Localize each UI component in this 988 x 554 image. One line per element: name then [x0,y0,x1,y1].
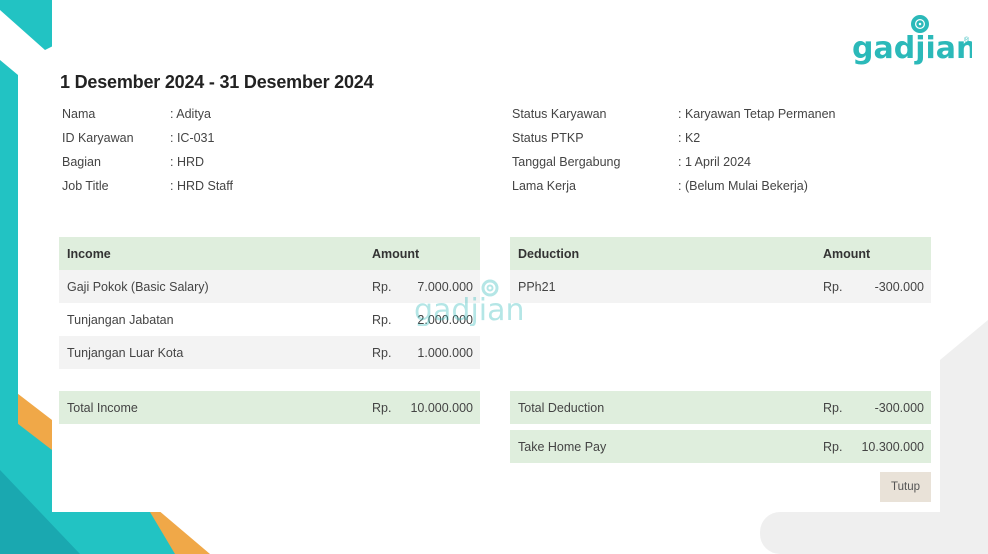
total-income-label: Total Income [67,400,138,415]
logo-text: gadjian [852,31,972,66]
row-name: Tunjangan Luar Kota [67,345,184,360]
info-label: Tanggal Bergabung [512,155,621,169]
take-home-pay-row: Take Home Pay Rp. 10.300.000 [510,430,931,463]
info-label: Status Karyawan [512,107,607,121]
gadjian-logo: gadjian ® [852,15,972,66]
table-row: Tunjangan Luar Kota Rp. 1.000.000 [59,336,480,369]
employee-info-left: Nama : Aditya ID Karyawan : IC-031 Bagian:… [62,102,233,198]
deduction-header: Deduction [518,246,580,261]
deduction-header-row: Deduction Amount [510,237,931,270]
info-row-status-karyawan: Status Karyawan : Karyawan Tetap Permanen [512,102,836,126]
info-row-nama: Nama : Aditya [62,102,233,126]
row-currency: Rp. [372,312,392,327]
info-row-status-ptkp: Status PTKP : K2 [512,126,836,150]
total-income-row: Total Income Rp. 10.000.000 [59,391,480,424]
amount-header: Amount [372,246,420,261]
gray-bottom-shape [760,512,988,554]
total-deduction-row: Total Deduction Rp. -300.000 [510,391,931,424]
row-name: PPh21 [518,279,556,294]
row-currency: Rp. [372,279,392,294]
info-row-tanggal-bergabung: Tanggal Bergabung : 1 April 2024 [512,150,836,174]
info-value: : Karyawan Tetap Permanen [678,107,836,121]
amount-header: Amount [823,246,871,261]
info-value: : Aditya [170,107,211,121]
total-deduction-value: -300.000 [874,400,924,415]
close-button[interactable]: Tutup [880,472,931,502]
row-value: 7.000.000 [417,279,473,294]
info-value: : 1 April 2024 [678,155,751,169]
income-header-row: Income Amount [59,237,480,270]
take-home-pay-value: 10.300.000 [861,439,924,454]
info-label: Nama [62,107,96,121]
info-label: Lama Kerja [512,179,576,193]
row-name: Gaji Pokok (Basic Salary) [67,279,209,294]
income-table: Income Amount Gaji Pokok (Basic Salary) … [59,237,480,369]
take-home-pay-label: Take Home Pay [518,439,607,454]
total-income-value: 10.000.000 [410,400,473,415]
employee-info-right: Status Karyawan : Karyawan Tetap Permanen… [512,102,836,198]
take-home-pay-currency: Rp. [823,439,843,454]
row-value: -300.000 [874,279,924,294]
info-row-lama-kerja: Lama Kerja : (Belum Mulai Bekerja) [512,174,836,198]
income-header: Income [67,246,111,261]
row-currency: Rp. [372,345,392,360]
info-label: Job Title [62,179,109,193]
row-currency: Rp. [823,279,843,294]
info-row-job-title: Job Title : HRD Staff [62,174,233,198]
info-value: : IC-031 [170,131,215,145]
info-value: : K2 [678,131,701,145]
registered-mark: ® [964,36,970,44]
total-income-currency: Rp. [372,400,392,415]
total-deduction: Total Deduction Rp. -300.000 [510,391,931,424]
take-home-pay: Take Home Pay Rp. 10.300.000 [510,430,931,463]
payslip-period: 1 Desember 2024 - 31 Desember 2024 [60,72,374,92]
info-label: Status PTKP [512,131,584,145]
table-row: Tunjangan Jabatan Rp. 2.000.000 [59,303,480,336]
info-row-id: ID Karyawan : IC-031 [62,126,233,150]
info-value: : HRD Staff [170,179,233,193]
info-row-bagian: Bagian : HRD [62,150,233,174]
row-name: Tunjangan Jabatan [67,312,174,327]
total-income: Total Income Rp. 10.000.000 [59,391,480,424]
total-deduction-label: Total Deduction [518,400,605,415]
table-row: PPh21 Rp. -300.000 [510,270,931,303]
deduction-table: Deduction Amount PPh21 Rp. -300.000 [510,237,931,303]
info-label: Bagian [62,155,101,169]
table-row: Gaji Pokok (Basic Salary) Rp. 7.000.000 [59,270,480,303]
info-label: ID Karyawan [62,131,134,145]
row-value: 1.000.000 [417,345,473,360]
info-value: : HRD [170,155,205,169]
info-value: : (Belum Mulai Bekerja) [678,179,808,193]
row-value: 2.000.000 [417,312,473,327]
total-deduction-currency: Rp. [823,400,843,415]
